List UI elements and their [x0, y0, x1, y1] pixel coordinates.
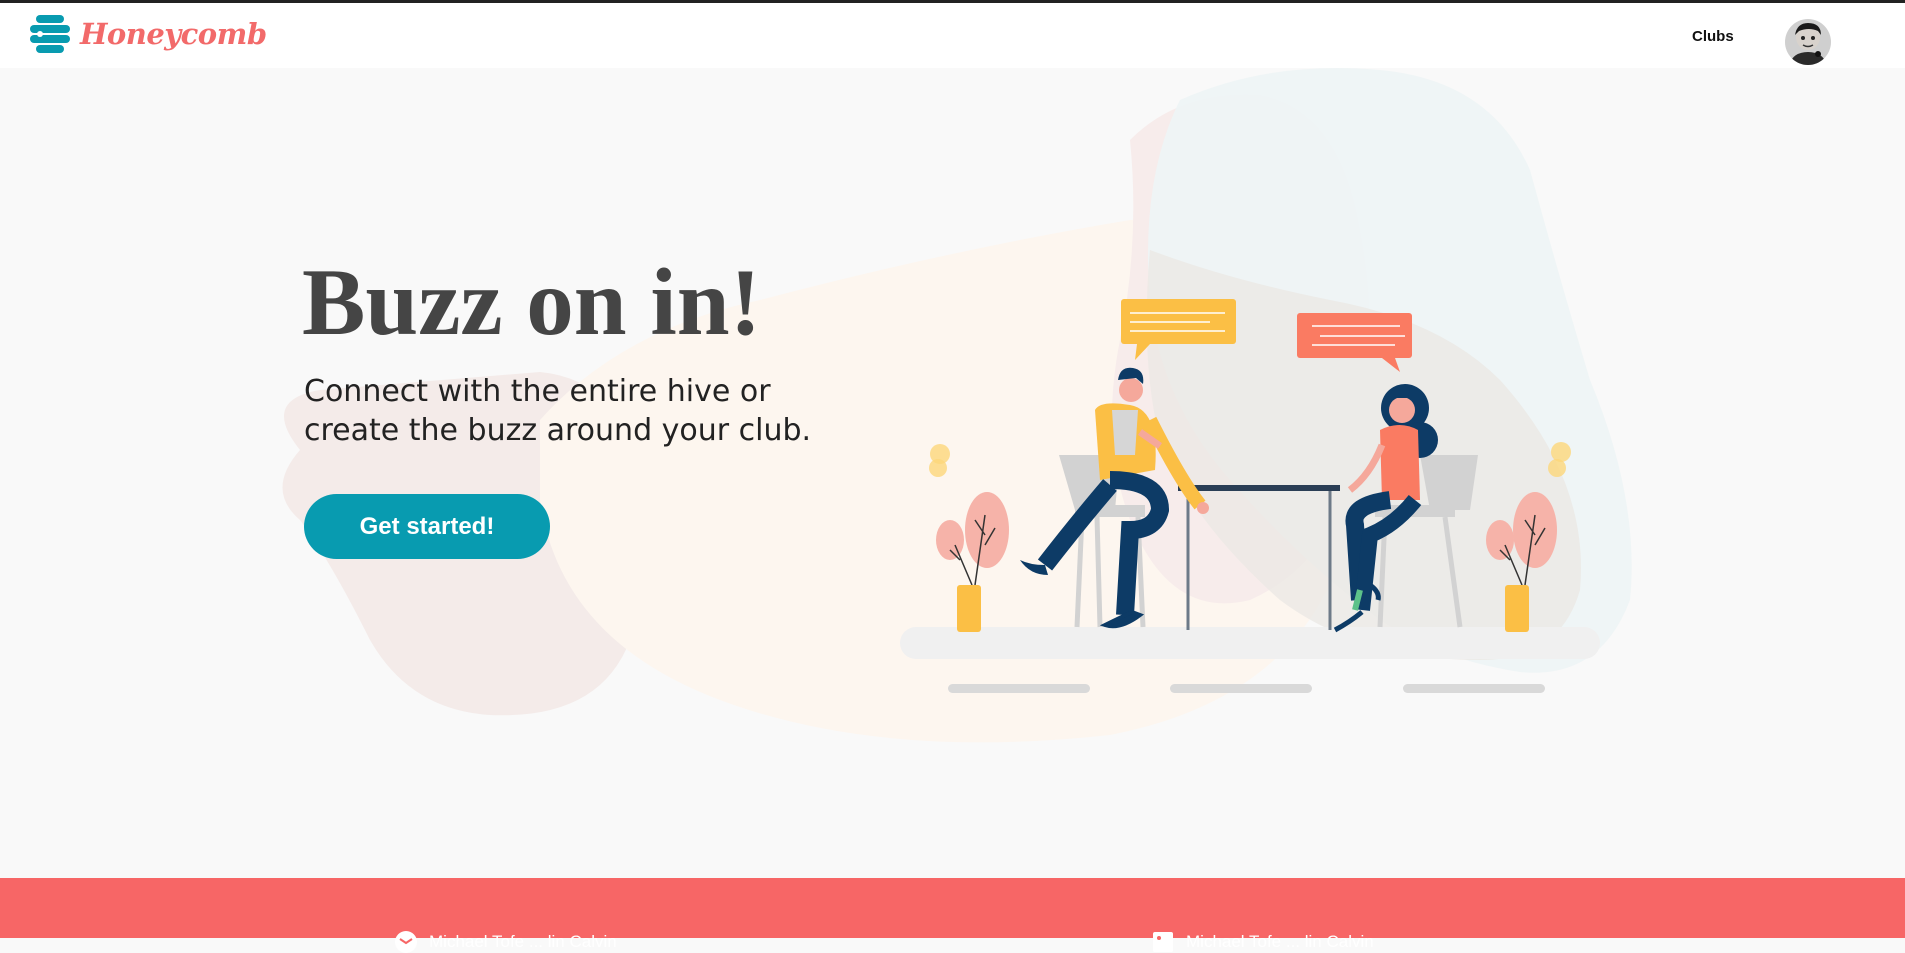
footer-contact-image-text: Michael Tofe ... lin Calvin [1186, 932, 1374, 951]
image-icon [1153, 932, 1173, 952]
brand-name: Honeycomb [80, 17, 267, 51]
avatar-photo [1785, 19, 1831, 65]
user-avatar[interactable] [1785, 19, 1831, 65]
get-started-button[interactable]: Get started! [304, 494, 550, 559]
email-icon [395, 931, 417, 953]
site-footer [0, 878, 1905, 938]
footer-contact-email-text: Michael Tofe ... lin Calvin [429, 932, 617, 951]
hero-subtitle-line-2: create the buzz around your club. [304, 413, 812, 448]
hero-subtitle-line-1: Connect with the entire hive or [304, 374, 771, 409]
nav-link-clubs[interactable]: Clubs [1692, 28, 1734, 45]
people-chatting-illustration [900, 299, 1600, 693]
footer-contact-email[interactable]: Michael Tofe ... lin Calvin [395, 931, 617, 953]
hero-subtitle: Connect with the entire hive or create t… [304, 372, 844, 450]
top-navbar: Honeycomb Clubs [0, 3, 1905, 68]
brand-logo[interactable]: Honeycomb [28, 13, 267, 55]
footer-contact-image[interactable]: Michael Tofe ... lin Calvin [1152, 931, 1374, 953]
hero-title: Buzz on in! [302, 249, 762, 355]
honeycomb-logo-icon [30, 15, 70, 53]
